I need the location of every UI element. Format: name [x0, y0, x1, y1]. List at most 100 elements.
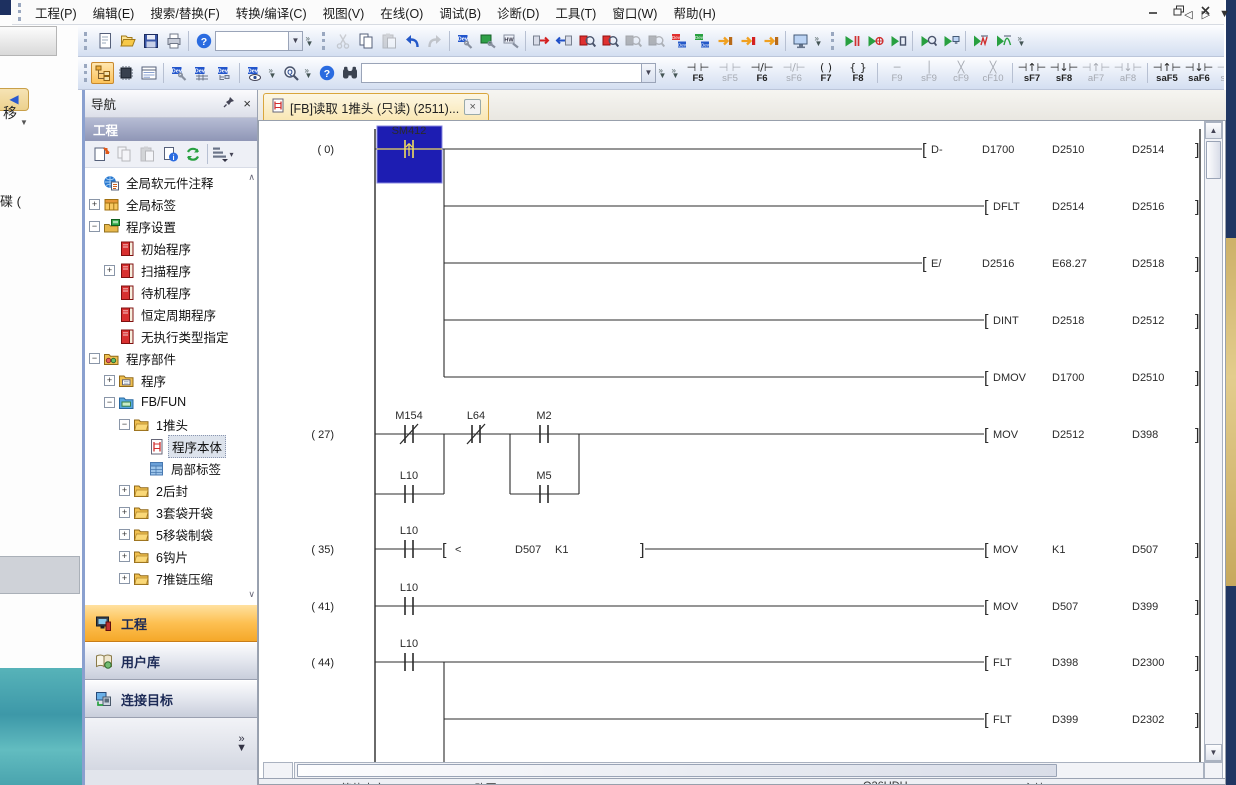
ladder-symbol-F6-button[interactable]: ⊣/⊢F6 [746, 59, 778, 87]
watch-screen-button[interactable] [939, 30, 962, 52]
toolbar-overflow-icon[interactable]: »▼ [266, 61, 279, 85]
tree-item-待机程序[interactable]: 待机程序 [85, 281, 257, 303]
collapse-icon[interactable]: − [89, 353, 100, 364]
navigation-overflow-area[interactable]: »▼ [85, 718, 257, 770]
scroll-down-icon[interactable]: ∨ [248, 589, 255, 600]
expand-icon[interactable]: + [104, 265, 115, 276]
nav-sort-button[interactable]: ▾ [211, 143, 234, 165]
ladder-symbol-sF6-button[interactable]: ⊣/⊢sF6 [778, 59, 810, 87]
tab-scroll-left-icon[interactable]: ◁ [1184, 8, 1192, 21]
ladder-symbol-saF6-button[interactable]: ⊣↓⊢saF6 [1183, 59, 1215, 87]
toolbar-overflow-icon[interactable]: »▼ [656, 61, 669, 85]
tree-item-无执行类型指定[interactable]: 无执行类型指定 [85, 325, 257, 347]
toolbar-overflow-icon[interactable]: »▼ [302, 61, 315, 85]
verify2-button[interactable] [598, 30, 621, 52]
tree-item-程序本体[interactable]: 程序本体 [85, 435, 257, 457]
toolbar-overflow-icon[interactable]: »▼ [1015, 29, 1028, 53]
vertical-scroll-thumb[interactable] [1206, 141, 1221, 179]
ladder-symbol-F9-button[interactable]: ─F9 [881, 59, 913, 87]
scroll-up-button[interactable]: ▲ [1205, 122, 1222, 139]
save-project-button[interactable] [139, 30, 162, 52]
output-window-button[interactable] [137, 62, 160, 84]
menu-item-3[interactable]: 搜索/替换(F) [142, 0, 227, 25]
menu-item-8[interactable]: 诊断(D) [489, 0, 547, 25]
ladder-diagram[interactable]: ( 0)( 27)( 35)( 41)( 44)[D-D1700D2510D25… [260, 122, 1204, 762]
read-from-plc-button[interactable] [552, 30, 575, 52]
expand-icon[interactable]: + [119, 529, 130, 540]
step-out-button[interactable] [759, 30, 782, 52]
device-reference-button[interactable]: Dev [213, 62, 236, 84]
nav-refresh-button[interactable] [181, 143, 204, 165]
nav-property-button[interactable]: i [158, 143, 181, 165]
watch-start-button[interactable] [916, 30, 939, 52]
menu-item-10[interactable]: 窗口(W) [604, 0, 665, 25]
minimize-button[interactable] [1142, 2, 1164, 18]
write-to-plc-button[interactable] [529, 30, 552, 52]
device-batch-button[interactable]: DevDev [667, 30, 690, 52]
collapse-icon[interactable]: − [119, 419, 130, 430]
monitor-write-button[interactable] [886, 30, 909, 52]
device-search-combo[interactable]: ▼ [361, 63, 656, 83]
ladder-symbol-F7-button[interactable]: ( )F7 [810, 59, 842, 87]
device-comment-button[interactable]: Dev [453, 30, 476, 52]
scroll-down-button[interactable]: ▼ [1205, 744, 1222, 761]
navigation-button-连接目标[interactable]: 连接目标 [85, 680, 257, 718]
device-list-button[interactable]: Dev [190, 62, 213, 84]
pin-icon[interactable] [223, 96, 235, 111]
tree-item-初始程序[interactable]: 初始程序 [85, 237, 257, 259]
tree-item-程序部件[interactable]: −程序部件 [85, 347, 257, 369]
tree-item-FB/FUN[interactable]: −FB/FUN [85, 391, 257, 413]
close-panel-icon[interactable]: × [243, 96, 251, 111]
tree-item-2后封[interactable]: +2后封 [85, 479, 257, 501]
ladder-symbol-sF7-button[interactable]: ⊣↑⊢sF7 [1016, 59, 1048, 87]
ladder-symbol-F5-button[interactable]: ⊣ ⊢F5 [682, 59, 714, 87]
overflow-chevron-icon[interactable]: »▼ [236, 735, 247, 753]
monitor-stop-button[interactable] [863, 30, 886, 52]
collapse-icon[interactable]: − [89, 221, 100, 232]
navigation-window-button[interactable] [91, 62, 114, 84]
nav-copy-button[interactable] [112, 143, 135, 165]
ladder-symbol-F8-button[interactable]: { }F8 [842, 59, 874, 87]
menu-item-2[interactable]: 编辑(E) [85, 0, 143, 25]
nav-paste-button[interactable] [135, 143, 158, 165]
device-monitor-button[interactable] [476, 30, 499, 52]
ladder-symbol-saF5-button[interactable]: ⊣↑⊢saF5 [1151, 59, 1183, 87]
navigation-button-工程[interactable]: 工程 [85, 604, 257, 642]
tree-item-扫描程序[interactable]: +扫描程序 [85, 259, 257, 281]
undo-button[interactable] [400, 30, 423, 52]
sampling-trace-button[interactable] [969, 30, 992, 52]
new-project-button[interactable] [93, 30, 116, 52]
tree-item-局部标签[interactable]: 局部标签 [85, 457, 257, 479]
ladder-symbol-cF10-button[interactable]: ╳cF10 [977, 59, 1009, 87]
expand-icon[interactable]: + [119, 573, 130, 584]
paste-button[interactable] [377, 30, 400, 52]
open-project-button[interactable] [116, 30, 139, 52]
menu-item-7[interactable]: 调试(B) [431, 0, 489, 25]
tree-item-程序[interactable]: +程序 [85, 369, 257, 391]
tree-item-7推链压缩[interactable]: +7推链压缩 [85, 567, 257, 589]
copy-button[interactable] [354, 30, 377, 52]
step-run-button[interactable] [713, 30, 736, 52]
device-display-button[interactable]: Dev [243, 62, 266, 84]
chevron-down-icon[interactable]: ▼ [288, 32, 302, 50]
monitor-start-button[interactable] [840, 30, 863, 52]
menu-item-4[interactable]: 转换/编译(C) [228, 0, 315, 25]
tree-item-程序设置[interactable]: −程序设置 [85, 215, 257, 237]
monitor-mode-button[interactable] [789, 30, 812, 52]
find-device-button[interactable]: Q [279, 62, 302, 84]
expand-icon[interactable]: + [119, 507, 130, 518]
device-memory-button[interactable]: HW [499, 30, 522, 52]
ladder-symbol-sF5-button[interactable]: ⊣ ⊢sF5 [714, 59, 746, 87]
ladder-symbol-saF7-button[interactable]: ⊣↑⊢saF7 [1215, 59, 1224, 87]
tree-item-5移袋制袋[interactable]: +5移袋制袋 [85, 523, 257, 545]
toolbar-overflow-icon[interactable]: »▼ [303, 29, 316, 53]
cut-button[interactable] [331, 30, 354, 52]
find-button[interactable] [338, 62, 361, 84]
menu-item-6[interactable]: 在线(O) [372, 0, 431, 25]
tree-item-6钩片[interactable]: +6钩片 [85, 545, 257, 567]
verify-button[interactable] [575, 30, 598, 52]
tab-close-button[interactable]: × [464, 99, 481, 115]
ladder-symbol-sF9-button[interactable]: │sF9 [913, 59, 945, 87]
pane-splitter-button[interactable] [263, 762, 293, 779]
quick-find-combo[interactable]: ▼ [215, 31, 303, 51]
